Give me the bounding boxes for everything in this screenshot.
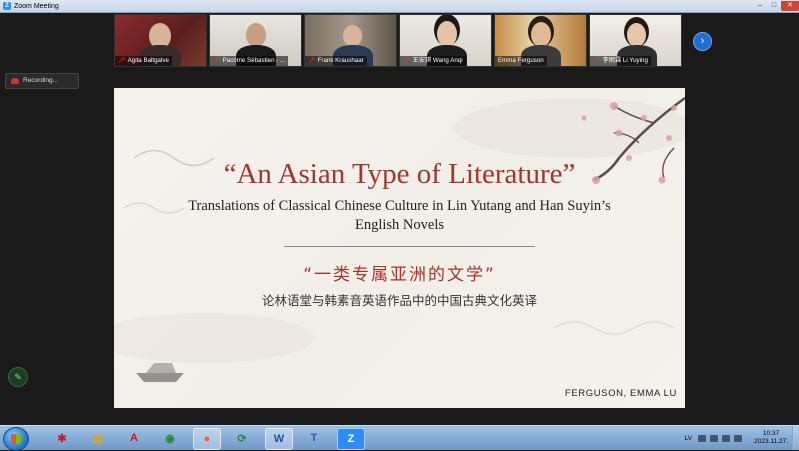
clock[interactable]: 10:37 2023.11.27. (754, 430, 788, 446)
word-icon[interactable]: W (265, 428, 293, 450)
slide-chinese-title: “一类专属亚洲的文学” (303, 265, 496, 285)
pencil-icon[interactable]: ✎ (8, 367, 28, 387)
participant-video (246, 23, 266, 47)
sync-icon[interactable]: ⟳ (229, 428, 255, 448)
participant-name: Emma Ferguson (498, 57, 544, 64)
slide-divider (284, 246, 535, 247)
tray-arrow-icon[interactable] (698, 434, 707, 442)
window-title: Zoom Meeting (14, 2, 59, 10)
system-tray: LV 10:37 2023.11.27. (685, 426, 799, 450)
participant-video (437, 21, 457, 47)
participant-name: Agita Baltgalve (127, 57, 169, 64)
windows-taskbar: ✱ ▤ A ◉ ● ⟳ W T Z LV 10:37 2023.11.27. (0, 425, 799, 451)
network-icon[interactable] (710, 434, 719, 442)
minimize-button[interactable]: – (753, 1, 767, 11)
zoom-app-icon: Z (3, 2, 11, 10)
shared-screen-slide: “An Asian Type of Literature” Translatio… (114, 88, 685, 408)
jigsaw-icon[interactable]: ✱ (49, 428, 75, 448)
participant-tile[interactable]: Emma Ferguson (494, 14, 587, 67)
close-button[interactable]: ✕ (781, 1, 799, 11)
maximize-button[interactable]: □ (767, 1, 781, 11)
action-center-icon[interactable] (734, 434, 743, 442)
slide-chinese-subtitle: 论林语堂与韩素音英语作品中的中国古典文化英译 (261, 293, 537, 308)
participant-tile[interactable]: 🎤︎ Pacôme Sébastien - ... (209, 14, 302, 67)
recording-indicator[interactable]: Recording... (5, 73, 79, 89)
folder-icon[interactable]: ▤ (85, 428, 111, 448)
muted-mic-icon: 🎤︎ (593, 58, 601, 64)
slide-decoration (114, 96, 685, 382)
slide-title: “An Asian Type of Literature” (223, 158, 576, 190)
window-title-bar: Z Zoom Meeting – □ ✕ (0, 0, 799, 13)
zoom-icon[interactable]: Z (337, 428, 365, 450)
muted-mic-icon: 🎤︎ (213, 58, 221, 64)
language-indicator[interactable]: LV (685, 435, 692, 442)
volume-icon[interactable] (722, 434, 731, 442)
muted-mic-icon: 🎤︎ (118, 58, 126, 64)
participant-tile[interactable]: 🎤︎ Frank Kraushaar (304, 14, 397, 67)
clock-date: 2023.11.27. (754, 438, 788, 445)
show-desktop-button[interactable] (792, 426, 799, 450)
slide-author: FERGUSON, EMMA LU (564, 388, 677, 399)
participant-video (343, 25, 362, 47)
participant-name: Frank Kraushaar (317, 57, 364, 64)
teams-icon[interactable]: T (301, 428, 327, 448)
muted-mic-icon: 🎤︎ (403, 58, 411, 64)
participant-name: 王安琪 Wang Anqi (412, 57, 463, 64)
participant-name: Pacôme Sébastien - ... (222, 57, 286, 64)
participant-video (531, 22, 551, 47)
clock-time: 10:37 (762, 430, 780, 437)
participant-tile[interactable]: 🎤︎ 李雨霖 Li Yuying (589, 14, 682, 67)
participant-tile[interactable]: 🎤︎ 王安琪 Wang Anqi (399, 14, 492, 67)
acrobat-icon[interactable]: A (121, 428, 147, 448)
chrome-icon[interactable]: ◉ (157, 428, 183, 448)
start-button[interactable] (3, 427, 29, 451)
participant-tile[interactable]: 🎤︎ Agita Baltgalve (114, 14, 207, 67)
firefox-icon[interactable]: ● (193, 428, 221, 450)
participant-video-strip: 🎤︎ Agita Baltgalve 🎤︎ Pacôme Sébastien - .… (114, 14, 682, 68)
muted-mic-icon: 🎤︎ (308, 58, 316, 64)
cloud-recording-icon (11, 78, 19, 84)
recording-label: Recording... (23, 77, 59, 84)
slide-subtitle: Translations of Classical Chinese Cultur… (188, 198, 611, 233)
participant-name: 李雨霖 Li Yuying (602, 57, 648, 64)
participant-video (627, 23, 646, 47)
next-participants-button[interactable]: › (693, 32, 712, 51)
